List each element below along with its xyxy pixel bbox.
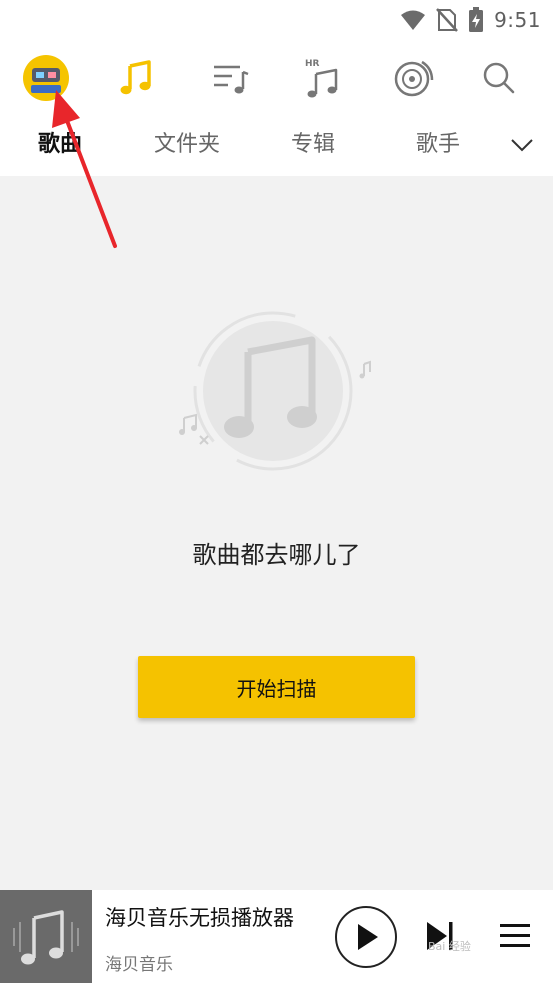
status-icons: 9:51	[400, 6, 541, 34]
battery-charging-icon	[469, 7, 484, 32]
status-bar: 9:51	[0, 0, 553, 40]
empty-music-illustration	[179, 311, 371, 471]
play-queue-icon[interactable]	[498, 920, 532, 952]
start-scan-button[interactable]: 开始扫描	[138, 656, 415, 718]
watermark: Bai 经验	[428, 940, 471, 953]
wifi-icon	[401, 10, 426, 30]
vinyl-icon	[394, 60, 434, 97]
music-note-icon	[13, 910, 79, 965]
search-button[interactable]	[475, 54, 523, 102]
no-sim-icon	[436, 8, 459, 32]
playlist-tab[interactable]	[207, 54, 255, 102]
play-button[interactable]	[335, 906, 397, 968]
status-time: 9:51	[494, 8, 541, 32]
tab-artists[interactable]: 歌手	[416, 114, 460, 176]
play-icon	[358, 924, 378, 950]
chevron-down-icon[interactable]	[509, 132, 535, 158]
mini-player[interactable]: 海贝音乐无损播放器 海贝音乐 Bai 经验	[0, 890, 553, 983]
album-art[interactable]	[0, 890, 92, 983]
vinyl-tab[interactable]	[390, 54, 438, 102]
hr-music-tab[interactable]: HR	[299, 54, 347, 102]
sub-tabs: 歌曲 文件夹 专辑 歌手	[0, 114, 553, 176]
empty-state-message: 歌曲都去哪儿了	[192, 541, 361, 569]
tab-songs[interactable]: 歌曲	[38, 114, 82, 176]
svg-text:HR: HR	[305, 59, 320, 69]
now-playing-artist[interactable]: 海贝音乐	[105, 950, 173, 975]
avatar[interactable]	[23, 55, 69, 101]
search-icon	[483, 62, 515, 94]
now-playing-title[interactable]: 海贝音乐无损播放器	[105, 902, 294, 932]
tab-albums[interactable]: 专辑	[291, 114, 335, 176]
tab-folders[interactable]: 文件夹	[154, 114, 220, 176]
top-nav: HR	[0, 40, 553, 114]
music-note-icon	[120, 60, 151, 95]
hr-music-icon: HR	[305, 59, 338, 98]
music-note-tab[interactable]	[113, 54, 161, 102]
avatar-button[interactable]	[22, 54, 70, 102]
playlist-icon	[214, 65, 249, 94]
